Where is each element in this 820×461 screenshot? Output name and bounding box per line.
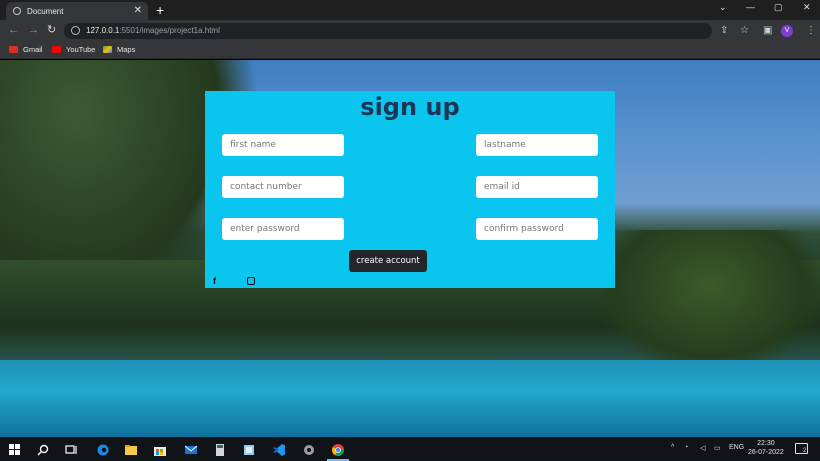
- facebook-icon[interactable]: f: [213, 276, 216, 286]
- volume-icon[interactable]: ◁: [700, 444, 705, 452]
- task-view-icon[interactable]: [65, 443, 77, 455]
- tab-document[interactable]: Document ✕: [6, 2, 148, 20]
- forward-icon[interactable]: →: [28, 24, 39, 36]
- chrome-icon[interactable]: [331, 443, 344, 457]
- confirm-password-input[interactable]: [476, 218, 598, 240]
- clock-time: 22:30: [757, 440, 775, 447]
- menu-icon[interactable]: ⋮: [806, 25, 816, 37]
- clock-date: 26-07-2022: [748, 449, 784, 456]
- tab-bar: Document ✕ + ⌄ — ▢ ✕: [0, 0, 820, 20]
- settings-app-icon[interactable]: [303, 443, 315, 455]
- instagram-icon[interactable]: [247, 277, 255, 285]
- globe-icon: [13, 7, 21, 15]
- tab-title: Document: [27, 6, 64, 16]
- calculator-icon[interactable]: [214, 443, 226, 456]
- site-info-icon[interactable]: [71, 26, 80, 35]
- reload-icon[interactable]: ↻: [47, 24, 56, 36]
- back-icon[interactable]: ←: [8, 24, 19, 36]
- address-bar[interactable]: 127.0.0.1:5501/images/project1a.html: [64, 23, 712, 39]
- bookmark-star-icon[interactable]: ☆: [740, 25, 749, 37]
- edge-icon[interactable]: [97, 443, 109, 456]
- background-trees-right: [600, 230, 820, 370]
- notes-icon[interactable]: [243, 443, 255, 455]
- chevron-up-icon[interactable]: ^: [671, 444, 674, 451]
- language-indicator[interactable]: ENG: [729, 444, 744, 451]
- signup-card: sign up create account f: [205, 91, 615, 288]
- clock[interactable]: 22:30 26-07-2022: [748, 439, 784, 457]
- url-text: 127.0.0.1:5501/images/project1a.html: [86, 26, 220, 35]
- create-account-button[interactable]: create account: [349, 250, 427, 272]
- file-explorer-icon[interactable]: [125, 443, 137, 455]
- notification-count: 2: [803, 448, 807, 454]
- password-input[interactable]: [222, 218, 344, 240]
- new-tab-button[interactable]: +: [156, 2, 164, 18]
- maps-icon: [103, 46, 112, 53]
- battery-icon[interactable]: ▭: [714, 444, 721, 452]
- bookmark-gmail[interactable]: Gmail: [9, 45, 43, 54]
- email-input[interactable]: [476, 176, 598, 198]
- bookmark-youtube[interactable]: YouTube: [52, 45, 95, 54]
- search-icon[interactable]: [37, 443, 49, 456]
- minimize-button[interactable]: —: [746, 2, 755, 12]
- bookmarks-bar: Gmail YouTube Maps: [0, 42, 820, 59]
- last-name-input[interactable]: [476, 134, 598, 156]
- windows-start-icon[interactable]: [9, 443, 21, 455]
- close-window-button[interactable]: ✕: [803, 2, 811, 13]
- share-icon[interactable]: ⇪: [720, 25, 728, 37]
- taskbar: ^ ◔ ◁ ▭ ENG 22:30 26-07-2022 2: [0, 437, 820, 461]
- mail-icon[interactable]: [184, 443, 198, 455]
- vscode-icon[interactable]: [273, 443, 285, 456]
- page-background: sign up create account f: [0, 60, 820, 437]
- side-panel-icon[interactable]: ▣: [763, 25, 772, 37]
- notification-icon[interactable]: 2: [795, 443, 808, 454]
- form-title: sign up: [360, 93, 460, 121]
- browser-toolbar: ← → ↻ 127.0.0.1:5501/images/project1a.ht…: [0, 20, 820, 42]
- youtube-icon: [52, 46, 61, 53]
- store-icon[interactable]: [154, 443, 166, 456]
- bookmark-maps[interactable]: Maps: [103, 45, 135, 54]
- close-tab-icon[interactable]: ✕: [134, 6, 142, 16]
- background-lake: [0, 360, 820, 437]
- profile-avatar[interactable]: V: [781, 25, 793, 37]
- first-name-input[interactable]: [222, 134, 344, 156]
- maximize-button[interactable]: ▢: [774, 2, 783, 13]
- wifi-icon[interactable]: ◔: [684, 444, 688, 451]
- gmail-icon: [9, 46, 18, 53]
- contact-number-input[interactable]: [222, 176, 344, 198]
- chevron-down-icon[interactable]: ⌄: [719, 2, 727, 13]
